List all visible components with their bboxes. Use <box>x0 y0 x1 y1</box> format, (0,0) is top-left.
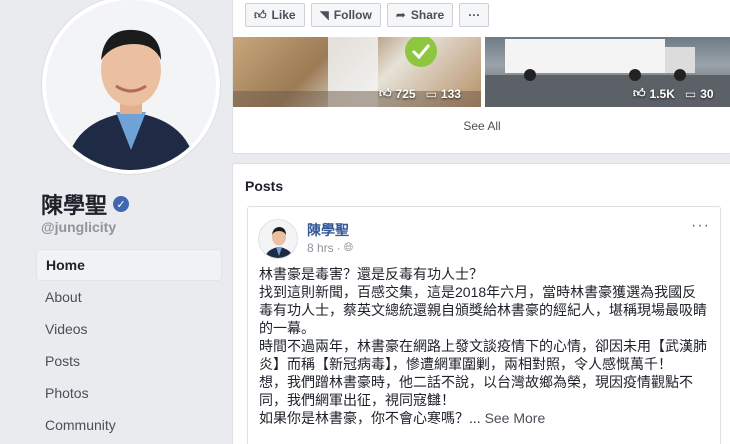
share-button[interactable]: ➦ Share <box>386 3 454 27</box>
page-handle[interactable]: @junglicity <box>41 219 116 235</box>
post-line: 炎】而稱【新冠病毒】，慘遭網軍圍剿，兩相對照，令人感慨萬千！ <box>259 356 672 372</box>
thumbs-up-icon: 👍︎ <box>633 86 646 100</box>
page-title: 陳學聖 ✓ <box>41 188 130 220</box>
post-card: 陳學聖 8 hrs · 🌐︎ ··· 林書豪是毒害？還是反毒有功人士？ 找到這則… <box>247 206 721 444</box>
like-button[interactable]: 👍︎ Like <box>245 3 305 27</box>
post-line: 的一幕。 <box>259 320 315 336</box>
avatar <box>46 0 216 170</box>
person-portrait-icon <box>46 0 216 170</box>
profile-picture[interactable] <box>42 0 220 174</box>
page-action-bar: 👍︎ Like ◥ Follow ➦ Share ··· <box>245 3 490 27</box>
person-portrait-icon <box>259 220 297 258</box>
share-arrow-icon: ➦ <box>395 8 406 22</box>
see-all-link[interactable]: See All <box>233 119 730 133</box>
post-line: 同，我們網軍出征，視同寇讎！ <box>259 392 455 408</box>
videos-card: 👍︎ Like ◥ Follow ➦ Share ··· 👍︎ 725 ▭ 13… <box>232 0 730 154</box>
globe-icon: 🌐︎ <box>343 240 354 254</box>
comment-icon: ▭ <box>425 86 437 101</box>
posts-section: Posts 陳學聖 8 hrs · 🌐︎ ··· 林書豪是毒害？還是反毒有功人士… <box>232 163 730 444</box>
post-line: 時間不過兩年，林書豪在網路上發文談疫情下的心情，卻因未用【武漢肺 <box>259 338 707 354</box>
verified-badge-icon: ✓ <box>113 196 130 212</box>
video-thumbnail[interactable]: 👍︎ 725 ▭ 133 <box>233 37 481 107</box>
post-line: 找到這則新聞，百感交集，這是2018年六月，當時林書豪獲選為我國反 <box>259 284 697 300</box>
thumbs-up-icon: 👍︎ <box>254 7 267 22</box>
comment-icon: ▭ <box>684 86 697 101</box>
sidebar-item-about[interactable]: About <box>36 281 222 313</box>
post-text: 林書豪是毒害？還是反毒有功人士？ 找到這則新聞，百感交集，這是2018年六月，當… <box>259 265 711 427</box>
posts-heading: Posts <box>245 178 284 194</box>
video-thumbnail[interactable]: 👍︎ 1.5K ▭ 30 <box>485 37 730 107</box>
more-button[interactable]: ··· <box>459 3 490 27</box>
video-stats: 👍︎ 725 ▭ 133 <box>379 86 461 101</box>
see-more-link[interactable]: See More <box>485 410 546 426</box>
follow-button[interactable]: ◥ Follow <box>310 3 381 27</box>
post-avatar[interactable] <box>258 219 298 259</box>
sidebar-item-home[interactable]: Home <box>36 249 222 281</box>
post-timestamp[interactable]: 8 hrs · 🌐︎ <box>307 240 353 255</box>
post-author-link[interactable]: 陳學聖 <box>307 220 349 240</box>
sidebar-item-community[interactable]: Community <box>36 409 222 441</box>
post-line: 想，我們蹭林書豪時，他二話不說，以台灣故鄉為榮，現因疫情觀點不 <box>259 374 693 390</box>
rss-icon: ◥ <box>319 8 329 22</box>
post-line-last: 如果你是林書豪，你不會心寒嗎？... See More <box>259 410 546 426</box>
sidebar-item-videos[interactable]: Videos <box>36 313 222 345</box>
sidebar-nav: Home About Videos Posts Photos Community <box>36 249 222 441</box>
video-stats: 👍︎ 1.5K ▭ 30 <box>633 86 714 101</box>
thumbs-up-icon: 👍︎ <box>379 86 392 100</box>
page-name-text: 陳學聖 <box>41 193 108 218</box>
post-line: 毒有功人士，蔡英文總統還親自頒獎給林書豪的經紀人，堪稱現場最吸睛 <box>259 302 707 318</box>
post-line: 林書豪是毒害？還是反毒有功人士？ <box>259 266 483 282</box>
sidebar-item-posts[interactable]: Posts <box>36 345 222 377</box>
post-options-button[interactable]: ··· <box>691 217 710 235</box>
sidebar-item-photos[interactable]: Photos <box>36 377 222 409</box>
